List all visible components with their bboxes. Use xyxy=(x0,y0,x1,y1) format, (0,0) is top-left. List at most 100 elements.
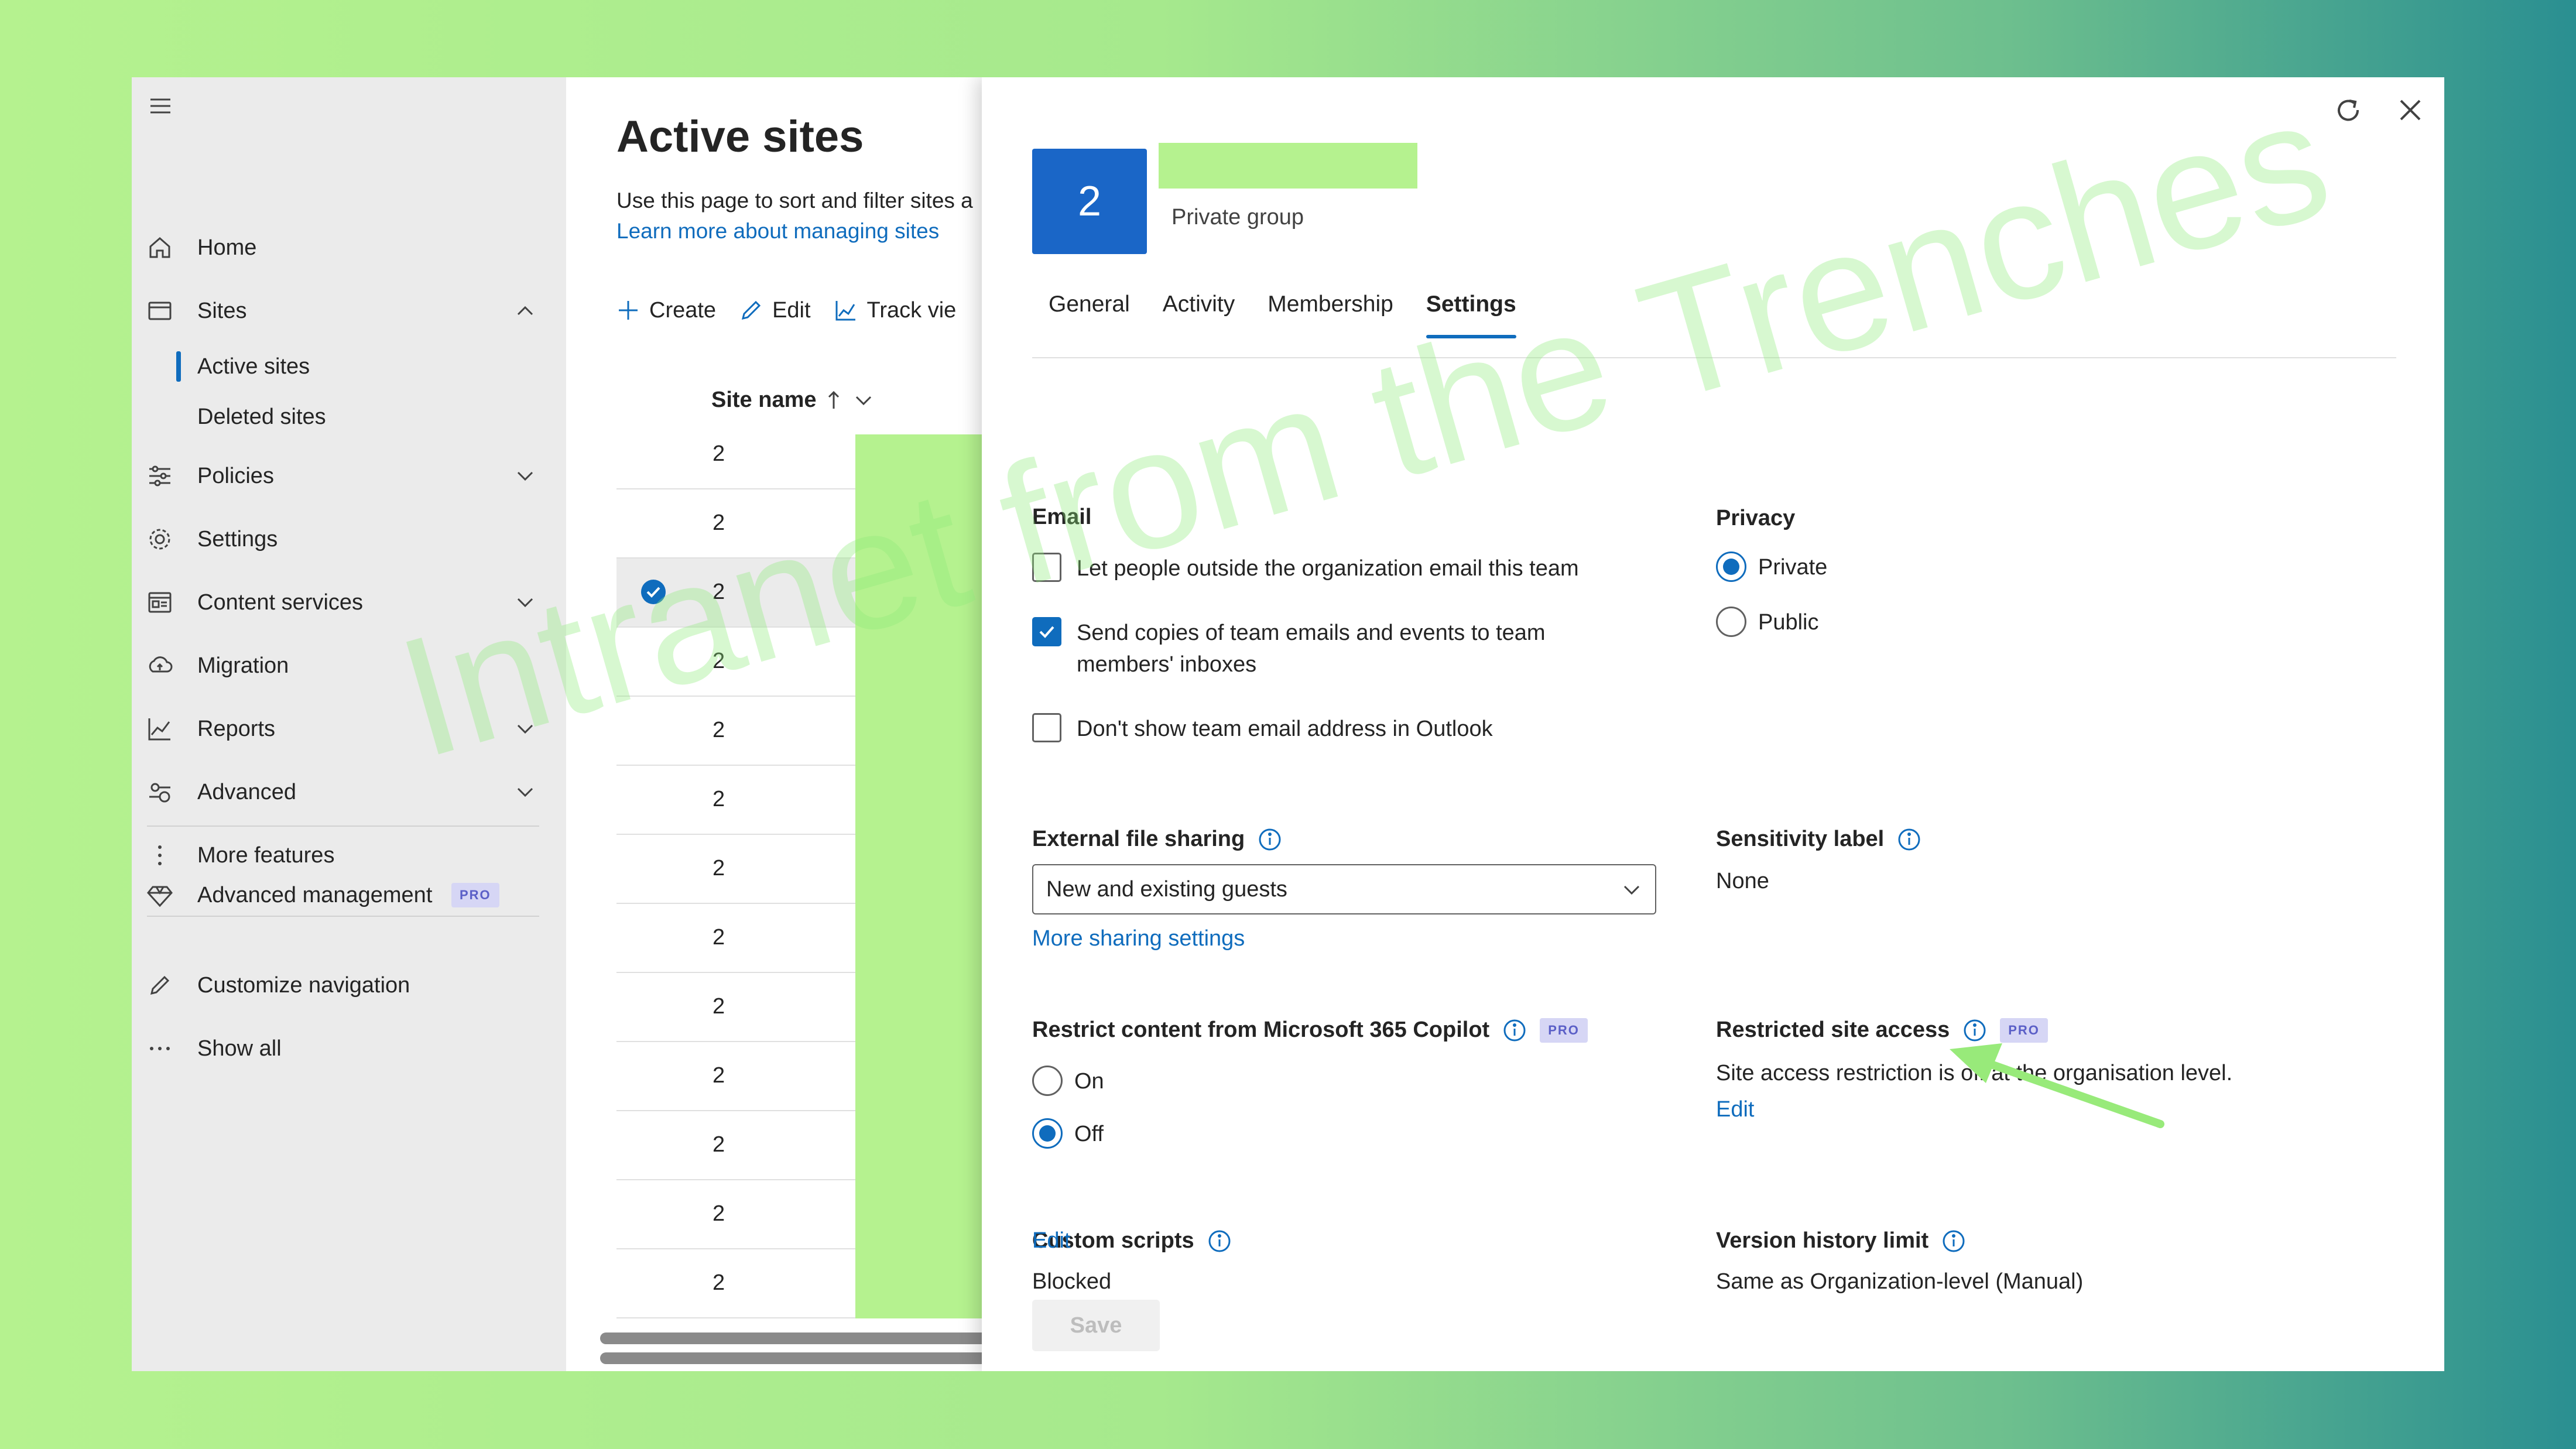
nav-item-label: Advanced management xyxy=(197,882,433,907)
nav-item-advanced-management[interactable]: Advanced management PRO xyxy=(132,869,566,922)
sensitivity-label-value: None xyxy=(1716,869,1769,893)
nav-subitem-deleted-sites[interactable]: Deleted sites xyxy=(132,393,566,440)
nav-item-reports[interactable]: Reports xyxy=(132,703,566,755)
column-header-site-name[interactable]: Site name xyxy=(711,388,875,413)
row-cell-site-name: 2 xyxy=(712,441,725,466)
close-icon[interactable] xyxy=(2395,95,2426,125)
home-icon xyxy=(145,232,175,263)
chevron-down-icon[interactable] xyxy=(852,389,875,412)
selected-indicator xyxy=(176,351,181,382)
chevron-up-icon[interactable] xyxy=(512,298,538,324)
nav-item-sites[interactable]: Sites xyxy=(132,285,566,337)
annotation-arrow-icon xyxy=(1950,1043,2164,1128)
privacy-heading: Privacy xyxy=(1716,506,1796,530)
dropdown-value: New and existing guests xyxy=(1046,877,1287,902)
nav-item-show-all[interactable]: Show all xyxy=(132,1022,566,1075)
chart-line-icon xyxy=(835,301,855,321)
chevron-down-icon[interactable] xyxy=(512,779,538,805)
edit-label: Edit xyxy=(772,297,811,323)
email-send-copies-option[interactable]: Send copies of team emails and events to… xyxy=(1032,617,1546,680)
reports-icon xyxy=(145,714,175,744)
nav-item-label: Advanced xyxy=(197,779,297,804)
horizontal-scrollbar[interactable] xyxy=(600,1352,1010,1364)
row-cell-site-name: 2 xyxy=(712,580,725,604)
email-outside-option[interactable]: Let people outside the organization emai… xyxy=(1032,553,1579,584)
tab-activity[interactable]: Activity xyxy=(1146,274,1252,338)
custom-scripts-edit-link[interactable]: Edit xyxy=(1032,1228,1070,1253)
row-cell-site-name: 2 xyxy=(712,511,725,535)
save-button[interactable]: Save xyxy=(1032,1300,1160,1351)
nav-item-label: Sites xyxy=(197,298,247,323)
diamond-icon xyxy=(145,880,175,910)
admin-center-window: Home Sites Active sites Deleted sites Po… xyxy=(132,77,2444,1371)
nav-item-home[interactable]: Home xyxy=(132,221,566,274)
row-cell-site-name: 2 xyxy=(712,1132,725,1157)
radio-selected[interactable] xyxy=(1716,551,1746,582)
row-selected-check-icon[interactable] xyxy=(640,578,667,605)
info-icon[interactable] xyxy=(1207,1229,1232,1253)
heading-label: External file sharing xyxy=(1032,827,1245,851)
nav-subitem-label: Deleted sites xyxy=(197,404,326,429)
email-hide-address-option[interactable]: Don't show team email address in Outlook xyxy=(1032,713,1493,745)
option-label: Don't show team email address in Outlook xyxy=(1077,717,1493,741)
copilot-on-option[interactable]: On xyxy=(1032,1066,1104,1097)
tab-membership[interactable]: Membership xyxy=(1251,274,1410,338)
restricted-site-access-edit-link[interactable]: Edit xyxy=(1716,1097,1754,1122)
nav-item-content-services[interactable]: Content services xyxy=(132,576,566,629)
content-services-icon xyxy=(145,587,175,618)
radio[interactable] xyxy=(1716,607,1746,637)
info-icon[interactable] xyxy=(1897,827,1921,852)
nav-divider xyxy=(147,916,539,917)
row-cell-site-name: 2 xyxy=(712,718,725,742)
page-description: Use this page to sort and filter sites a xyxy=(616,189,973,213)
nav-item-advanced[interactable]: Advanced xyxy=(132,766,566,818)
nav-item-settings[interactable]: Settings xyxy=(132,513,566,566)
track-view-button[interactable]: Track vie xyxy=(834,298,956,323)
advanced-icon xyxy=(145,777,175,807)
horizontal-scrollbar[interactable] xyxy=(600,1332,1010,1344)
nav-item-label: Policies xyxy=(197,463,274,488)
tab-general[interactable]: General xyxy=(1032,274,1146,338)
custom-scripts-value: Blocked xyxy=(1032,1269,1112,1294)
info-icon[interactable] xyxy=(1258,827,1282,852)
option-label-line1: Send copies of team emails and events to… xyxy=(1077,621,1546,645)
copilot-off-option[interactable]: Off xyxy=(1032,1118,1104,1150)
checkbox-checked[interactable] xyxy=(1032,617,1061,646)
copilot-restrict-heading: Restrict content from Microsoft 365 Copi… xyxy=(1032,1018,1588,1043)
nav-item-label: Migration xyxy=(197,653,289,678)
radio-selected[interactable] xyxy=(1032,1118,1063,1149)
option-label-line2: members' inboxes xyxy=(1077,652,1257,677)
more-sharing-settings-link[interactable]: More sharing settings xyxy=(1032,926,1245,951)
chevron-down-icon[interactable] xyxy=(512,463,538,489)
radio[interactable] xyxy=(1032,1066,1063,1096)
privacy-private-option[interactable]: Private xyxy=(1716,551,1827,583)
privacy-public-option[interactable]: Public xyxy=(1716,607,1819,638)
external-sharing-dropdown[interactable]: New and existing guests xyxy=(1032,864,1656,914)
chevron-down-icon[interactable] xyxy=(512,716,538,742)
checkbox[interactable] xyxy=(1032,713,1061,742)
refresh-icon[interactable] xyxy=(2331,93,2366,128)
create-button[interactable]: Create xyxy=(616,298,716,323)
checkmark-icon xyxy=(1039,626,1054,638)
hamburger-menu-icon[interactable] xyxy=(147,93,174,119)
version-history-value: Same as Organization-level (Manual) xyxy=(1716,1269,2084,1294)
tab-settings[interactable]: Settings xyxy=(1410,274,1533,338)
edit-button[interactable]: Edit xyxy=(739,297,811,323)
nav-item-label: Settings xyxy=(197,526,278,551)
nav-subitem-active-sites[interactable]: Active sites xyxy=(132,343,566,390)
nav-item-policies[interactable]: Policies xyxy=(132,450,566,502)
left-navigation: Home Sites Active sites Deleted sites Po… xyxy=(132,77,566,1371)
external-sharing-heading: External file sharing xyxy=(1032,827,1282,852)
info-icon[interactable] xyxy=(1941,1229,1966,1253)
nav-item-migration[interactable]: Migration xyxy=(132,639,566,692)
nav-item-customize-navigation[interactable]: Customize navigation xyxy=(132,959,566,1012)
pro-badge: PRO xyxy=(451,883,499,907)
checkbox[interactable] xyxy=(1032,553,1061,582)
chevron-down-icon[interactable] xyxy=(512,590,538,615)
learn-more-link[interactable]: Learn more about managing sites xyxy=(616,219,939,244)
option-label: Private xyxy=(1758,555,1828,580)
row-cell-site-name: 2 xyxy=(712,1063,725,1088)
pro-badge: PRO xyxy=(1540,1018,1588,1043)
nav-subitem-label: Active sites xyxy=(197,354,310,379)
info-icon[interactable] xyxy=(1502,1018,1527,1043)
